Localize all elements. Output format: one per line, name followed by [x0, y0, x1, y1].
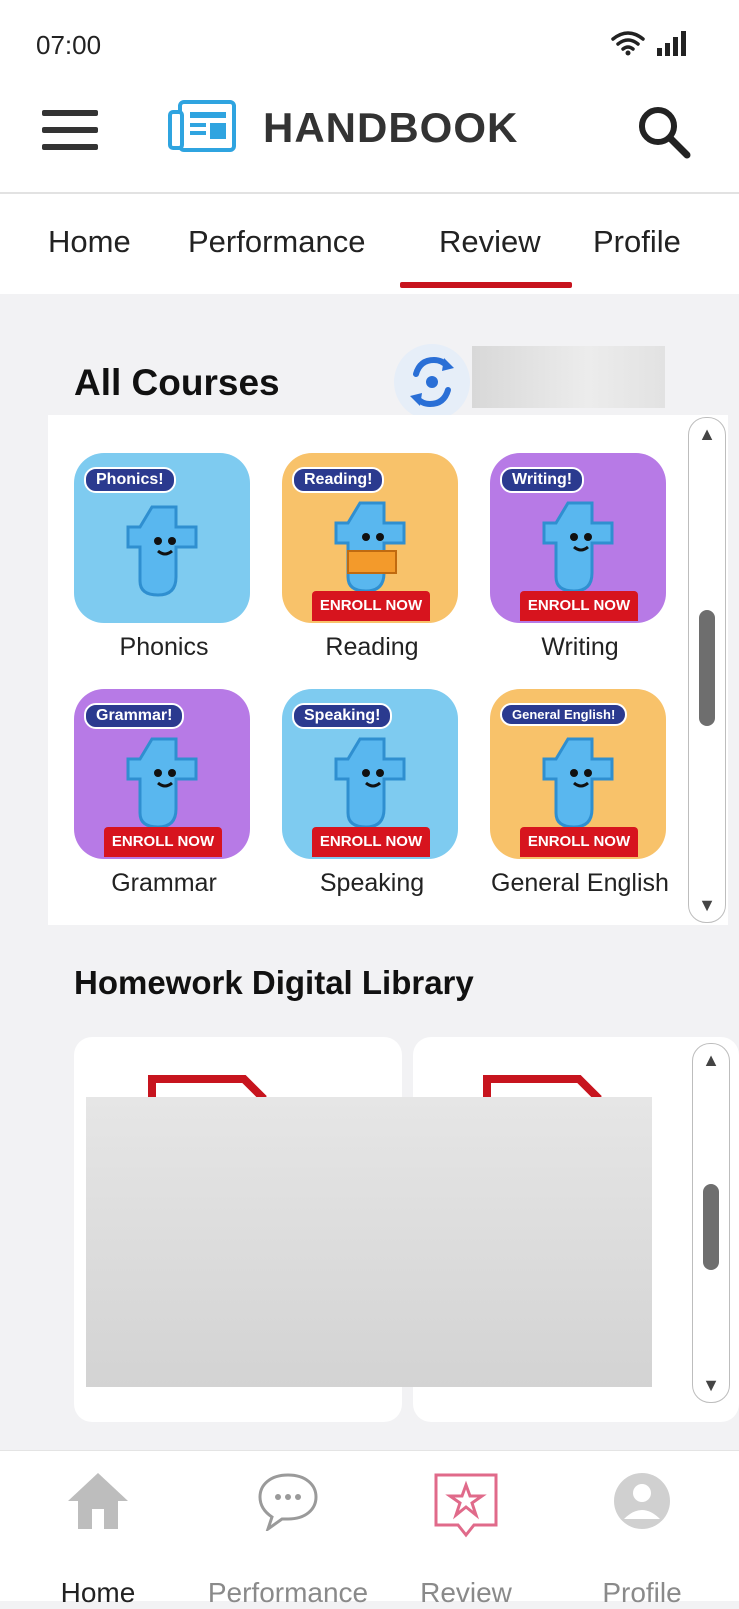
mascot-icon [334, 737, 406, 829]
star-bubble-icon [434, 1473, 498, 1538]
courses-scrollbar[interactable]: ▲ ▼ [688, 417, 726, 923]
enroll-now-button[interactable]: ENROLL NOW [520, 827, 638, 857]
chat-bubble-icon [258, 1473, 318, 1531]
course-badge: Writing! [500, 467, 585, 493]
course-label: Speaking [319, 869, 425, 897]
homework-title: Homework Digital Library [74, 964, 474, 1001]
scroll-thumb[interactable] [703, 1184, 719, 1270]
newspaper-logo-icon [168, 100, 236, 152]
course-badge: Grammar! [84, 703, 185, 729]
course-label: General English [491, 869, 669, 897]
refresh-icon[interactable] [394, 344, 470, 420]
tab-performance[interactable]: Performance [188, 224, 365, 260]
all-courses-title: All Courses [74, 362, 280, 403]
course-label: Writing [541, 633, 619, 661]
course-thumbnail[interactable]: Grammar! ENROLL NOW [74, 689, 250, 859]
top-tabs: Home Performance Review Profile [0, 194, 739, 294]
tab-review[interactable]: Review [439, 224, 541, 260]
scroll-down-icon[interactable]: ▼ [693, 1375, 729, 1396]
course-badge: General English! [500, 703, 628, 726]
course-badge: Speaking! [292, 703, 393, 729]
mascot-icon [334, 501, 406, 593]
course-thumbnail[interactable]: Writing! ENROLL NOW [490, 453, 666, 623]
app-bar: HANDBOOK [0, 90, 739, 194]
nav-label: Home [60, 1577, 136, 1608]
course-label: Phonics [119, 633, 209, 661]
course-label: Reading [325, 633, 419, 661]
nav-label: Performance [207, 1577, 369, 1608]
course-thumbnail[interactable]: General English! ENROLL NOW [490, 689, 666, 859]
tab-profile[interactable]: Profile [593, 224, 681, 260]
course-thumbnail[interactable]: Phonics! [74, 453, 250, 623]
mascot-icon [542, 501, 614, 593]
mascot-icon [126, 505, 198, 597]
app-title: HANDBOOK [263, 104, 519, 151]
bottom-nav: Home Performance Review Profile [0, 1450, 739, 1608]
scroll-thumb[interactable] [699, 610, 715, 726]
course-thumbnail[interactable]: Speaking! ENROLL NOW [282, 689, 458, 859]
course-label: Grammar [111, 869, 217, 897]
enroll-now-button[interactable]: ENROLL NOW [520, 591, 638, 621]
home-icon [68, 1473, 128, 1529]
blurred-content [472, 346, 665, 408]
mascot-icon [126, 737, 198, 829]
mascot-icon [542, 737, 614, 829]
courses-panel: Phonics! Phonics Reading! ENROLL NOW Rea… [48, 415, 728, 925]
wifi-icon [611, 31, 645, 56]
scroll-down-icon[interactable]: ▼ [689, 895, 725, 916]
enroll-now-button[interactable]: ENROLL NOW [104, 827, 222, 857]
homework-scrollbar[interactable]: ▲ ▼ [692, 1043, 730, 1403]
course-badge: Reading! [292, 467, 385, 493]
nav-label: Review [420, 1577, 512, 1608]
user-icon [614, 1473, 670, 1529]
course-badge: Phonics! [84, 467, 176, 493]
signal-icon [657, 31, 686, 56]
tab-home[interactable]: Home [48, 224, 131, 260]
menu-icon[interactable] [42, 110, 98, 150]
status-time: 07:00 [36, 30, 102, 60]
scroll-up-icon[interactable]: ▲ [689, 424, 725, 445]
enroll-now-button[interactable]: ENROLL NOW [312, 827, 430, 857]
nav-label: Profile [602, 1577, 682, 1608]
course-thumbnail[interactable]: Reading! ENROLL NOW [282, 453, 458, 623]
scroll-up-icon[interactable]: ▲ [693, 1050, 729, 1071]
blurred-content [86, 1097, 652, 1387]
status-bar: 07:00 [0, 0, 739, 90]
active-tab-indicator [400, 282, 572, 288]
enroll-now-button[interactable]: ENROLL NOW [312, 591, 430, 621]
search-icon[interactable] [636, 104, 692, 160]
